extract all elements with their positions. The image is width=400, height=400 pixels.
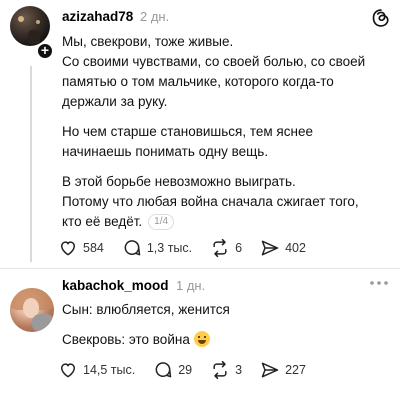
threads-icon[interactable] [371, 8, 391, 28]
comment-button[interactable]: 29 [153, 360, 192, 380]
like-count: 14,5 тыс. [83, 363, 136, 377]
timestamp: 2 дн. [140, 9, 170, 24]
comment-count: 1,3 тыс. [146, 241, 193, 255]
heart-icon [61, 241, 75, 256]
action-bar: 584 1,3 тыс. 6 402 [58, 238, 324, 258]
send-icon [261, 362, 279, 378]
post-text-line: Но чем старше становишься, тем яснее [62, 124, 313, 139]
comment-icon [155, 362, 172, 378]
repost-count: 6 [235, 241, 243, 255]
heart-icon [61, 363, 75, 378]
plus-icon[interactable]: + [36, 42, 54, 60]
like-count: 584 [83, 241, 104, 255]
post-text-line: кто её ведёт. 1/4 [62, 212, 175, 232]
comment-count: 29 [178, 363, 193, 377]
reply-text-line: Свекровь: это война [62, 330, 210, 350]
send-icon [261, 240, 279, 256]
page-indicator: 1/4 [148, 214, 175, 231]
comment-icon [124, 240, 141, 256]
username[interactable]: kabachok_mood [62, 278, 169, 293]
share-count: 402 [285, 241, 306, 255]
post-text-line: начинаешь понимать одну вещь. [62, 144, 269, 159]
username[interactable]: azizahad78 [62, 9, 133, 24]
repost-button[interactable]: 6 [210, 238, 242, 258]
post-text-line: В этой борьбе невозможно выиграть. [62, 174, 296, 189]
avatar[interactable] [10, 288, 54, 332]
share-button[interactable]: 227 [260, 360, 306, 380]
post-text-line: держали за руку. [62, 94, 168, 109]
share-count: 227 [285, 363, 306, 377]
post-text-line: Со своими чувствами, со своей болью, со … [62, 54, 366, 69]
post-text-segment: кто её ведёт. [62, 214, 143, 229]
post-card: + azizahad78 2 дн. Мы, свекрови, тоже жи… [0, 0, 400, 270]
repost-button[interactable]: 3 [210, 360, 242, 380]
repost-icon [213, 238, 227, 258]
avatar[interactable] [10, 6, 50, 46]
grimacing-face-emoji [193, 331, 210, 347]
post-text-line: Мы, свекрови, тоже живые. [62, 34, 234, 49]
thread-line [30, 66, 32, 262]
like-button[interactable]: 584 [58, 238, 104, 258]
action-bar: 14,5 тыс. 29 3 227 [58, 360, 324, 380]
divider [0, 268, 400, 269]
reply-text-segment: Свекровь: это война [62, 332, 190, 347]
timestamp: 1 дн. [176, 278, 206, 293]
reply-text-line: Сын: влюбляется, женится [62, 302, 230, 317]
post-text-line: памятью о том мальчике, которого когда-т… [62, 74, 334, 89]
repost-count: 3 [235, 363, 243, 377]
post-text-line: Потому что любая война сначала сжигает т… [62, 194, 359, 209]
like-button[interactable]: 14,5 тыс. [58, 360, 135, 380]
share-button[interactable]: 402 [260, 238, 306, 258]
repost-icon [213, 360, 227, 380]
comment-button[interactable]: 1,3 тыс. [122, 238, 192, 258]
more-icon[interactable] [368, 278, 390, 288]
